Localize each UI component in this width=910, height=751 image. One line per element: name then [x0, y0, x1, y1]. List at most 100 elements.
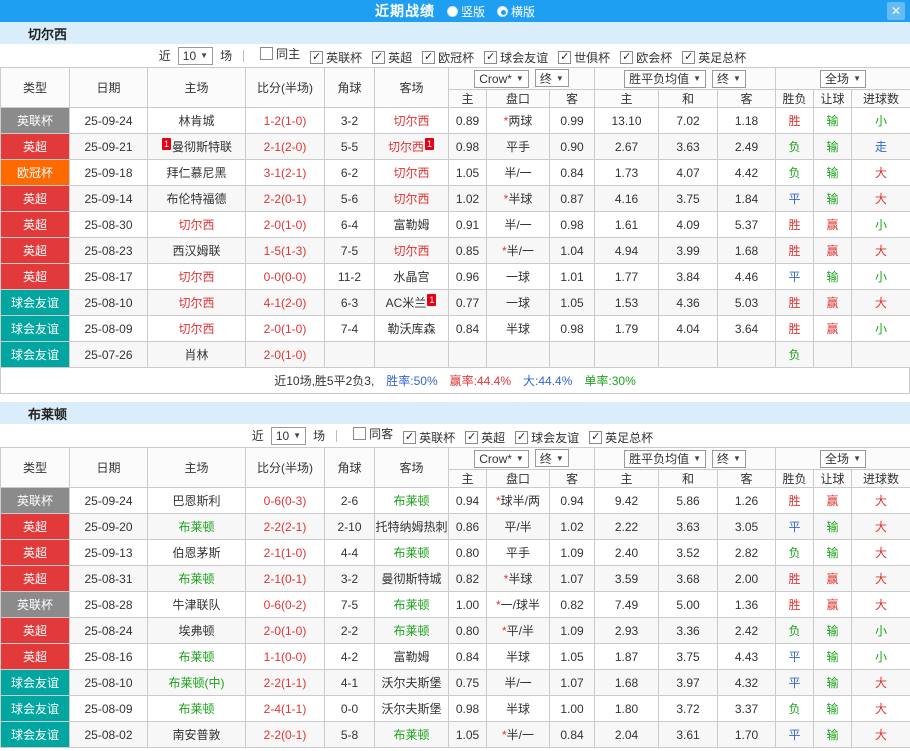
odds-handicap: *球半/两 [486, 487, 550, 514]
league-checkbox[interactable]: ✓ 英足总杯 [682, 49, 746, 66]
summary-part: 近10场,胜5平2负3, [274, 374, 375, 388]
avg-group-header: 胜平负均值 ▼ 终 ▼ [593, 67, 777, 90]
dropdown-arrow-icon: ▼ [200, 51, 209, 60]
league-checkbox[interactable]: ✓ 英联杯 [403, 429, 455, 446]
wdl-average-select[interactable]: 胜平负均值 ▼ [624, 69, 706, 88]
league-checkbox[interactable]: ✓ 欧会杯 [620, 49, 672, 66]
team-section: 布莱顿 近 10 ▼ 场 同客 ✓ 英联杯 ✓ 英超 ✓ 球会友谊 ✓ 英足总杯 类型 日期 主… [0, 402, 910, 748]
match-scope-select[interactable]: 全场 ▼ [820, 69, 866, 88]
match-date: 25-08-10 [69, 289, 148, 316]
team-label: 布伦特福德 [166, 192, 227, 206]
match-date: 25-07-26 [69, 341, 148, 368]
corner-score: 7-5 [324, 237, 375, 264]
summary-row: 近10场,胜5平2负3, 胜率:50% 赢率:44.4% 大:44.4% 单率:30% [0, 368, 910, 394]
wdl-average-select[interactable]: 胜平负均值 ▼ [624, 449, 706, 468]
result-cell: 胜 [775, 591, 815, 618]
checkbox-icon: ✓ [422, 51, 436, 64]
col-corner: 角球 [324, 67, 375, 108]
view-mode-radio[interactable]: 竖版 [446, 3, 485, 20]
odds-away: 1.02 [549, 513, 595, 540]
league-checkbox[interactable]: ✓ 欧冠杯 [422, 49, 474, 66]
col-away: 客场 [374, 447, 449, 488]
odds-home: 0.77 [448, 289, 487, 316]
col-away: 客场 [374, 67, 449, 108]
recent-count-select[interactable]: 10 ▼ [270, 426, 307, 445]
odds-final-select[interactable]: 终 ▼ [534, 69, 569, 88]
wdl-final-select[interactable]: 终 ▼ [712, 69, 746, 88]
home-team: 西汉姆联 [147, 237, 246, 264]
result-cell: 胜 [775, 289, 815, 316]
subcol-odds-away: 客 [549, 469, 595, 488]
handicap-result-cell: 输 [813, 643, 853, 670]
col-home: 主场 [147, 67, 246, 108]
match-scope-value: 全场 [825, 452, 850, 466]
result-cell: 胜 [775, 315, 815, 342]
subcol-avg-home: 主 [594, 469, 659, 488]
avg-draw: 4.36 [658, 289, 718, 316]
home-team: 切尔西 [147, 315, 246, 342]
col-date: 日期 [69, 67, 148, 108]
odds-handicap: *半/一 [486, 721, 550, 748]
subcol-handicap: 盘口 [486, 89, 550, 108]
odds-final-select[interactable]: 终 ▼ [534, 449, 569, 468]
same-side-checkbox[interactable]: 同客 [353, 425, 393, 442]
summary-part: 胜率:50% [386, 374, 438, 388]
match-type-badge: 欧冠杯 [0, 159, 70, 186]
avg-draw: 3.75 [658, 185, 718, 212]
same-side-checkbox[interactable]: 同主 [260, 45, 300, 62]
avg-draw: 3.63 [658, 513, 718, 540]
avg-home: 1.53 [594, 289, 659, 316]
games-label: 场 [220, 49, 233, 63]
match-type-badge: 英超 [0, 539, 70, 566]
team-label: 水晶宫 [393, 270, 430, 284]
handicap-result-cell: 输 [813, 695, 853, 722]
match-score: 2-0(1-0) [245, 617, 325, 644]
league-checkbox[interactable]: ✓ 英超 [465, 429, 505, 446]
view-mode-radio[interactable]: 横版 [497, 3, 535, 20]
checkbox-label: 同客 [369, 427, 394, 441]
corner-score: 7-4 [324, 315, 375, 342]
league-checkbox[interactable]: ✓ 球会友谊 [515, 429, 579, 446]
league-checkbox[interactable]: ✓ 英超 [372, 49, 412, 66]
match-type-badge: 球会友谊 [0, 341, 70, 368]
odds-company-select[interactable]: Crow* ▼ [474, 449, 529, 468]
checkbox-icon: ✓ [558, 51, 572, 64]
col-score: 比分(半场) [245, 67, 325, 108]
subcol-odds-home: 主 [448, 469, 487, 488]
wdl-final-select[interactable]: 终 ▼ [712, 449, 746, 468]
team-label: AC米兰 [385, 296, 427, 310]
league-checkbox[interactable]: ✓ 球会友谊 [484, 49, 548, 66]
league-checkbox[interactable]: ✓ 英足总杯 [589, 429, 653, 446]
odds-home: 1.05 [448, 159, 487, 186]
odds-away: 1.05 [549, 289, 595, 316]
match-date: 25-09-24 [69, 107, 148, 134]
away-team: 富勒姆 [374, 211, 449, 238]
odds-away: 0.87 [549, 185, 595, 212]
match-date: 25-08-16 [69, 643, 148, 670]
handicap-result-cell: 赢 [813, 591, 853, 618]
close-button[interactable]: ✕ [887, 2, 905, 20]
goals-result-cell: 大 [851, 669, 910, 696]
result-cell: 负 [775, 539, 815, 566]
team-label: 切尔西 [393, 166, 430, 180]
checkbox-icon: ✓ [589, 431, 603, 444]
match-scope-select[interactable]: 全场 ▼ [820, 449, 866, 468]
result-cell: 负 [775, 341, 815, 368]
recent-count-select[interactable]: 10 ▼ [177, 46, 214, 65]
league-checkbox[interactable]: ✓ 世俱杯 [558, 49, 610, 66]
wdl-average-value: 胜平负均值 [629, 72, 690, 86]
subcol-avg-home: 主 [594, 89, 659, 108]
match-row: 英超 25-09-14 布伦特福德 2-2(0-1) 5-6 切尔西 1.02 *半球 0.87… [0, 185, 910, 212]
odds-home: 0.91 [448, 211, 487, 238]
corner-score: 4-1 [324, 669, 375, 696]
odds-away: 1.01 [549, 263, 595, 290]
avg-away: 3.37 [716, 695, 777, 722]
league-checkbox[interactable]: ✓ 英联杯 [310, 49, 362, 66]
avg-draw: 5.86 [658, 487, 718, 514]
avg-away: 1.68 [716, 237, 777, 264]
odds-company-select[interactable]: Crow* ▼ [474, 69, 529, 88]
match-row: 英联杯 25-08-28 牛津联队 0-6(0-2) 7-5 布莱顿 1.00 *一/球半 0.… [0, 591, 910, 618]
away-team: 切尔西 1 [374, 133, 449, 160]
home-team: 布莱顿 [147, 565, 246, 592]
match-score: 4-1(2-0) [245, 289, 325, 316]
